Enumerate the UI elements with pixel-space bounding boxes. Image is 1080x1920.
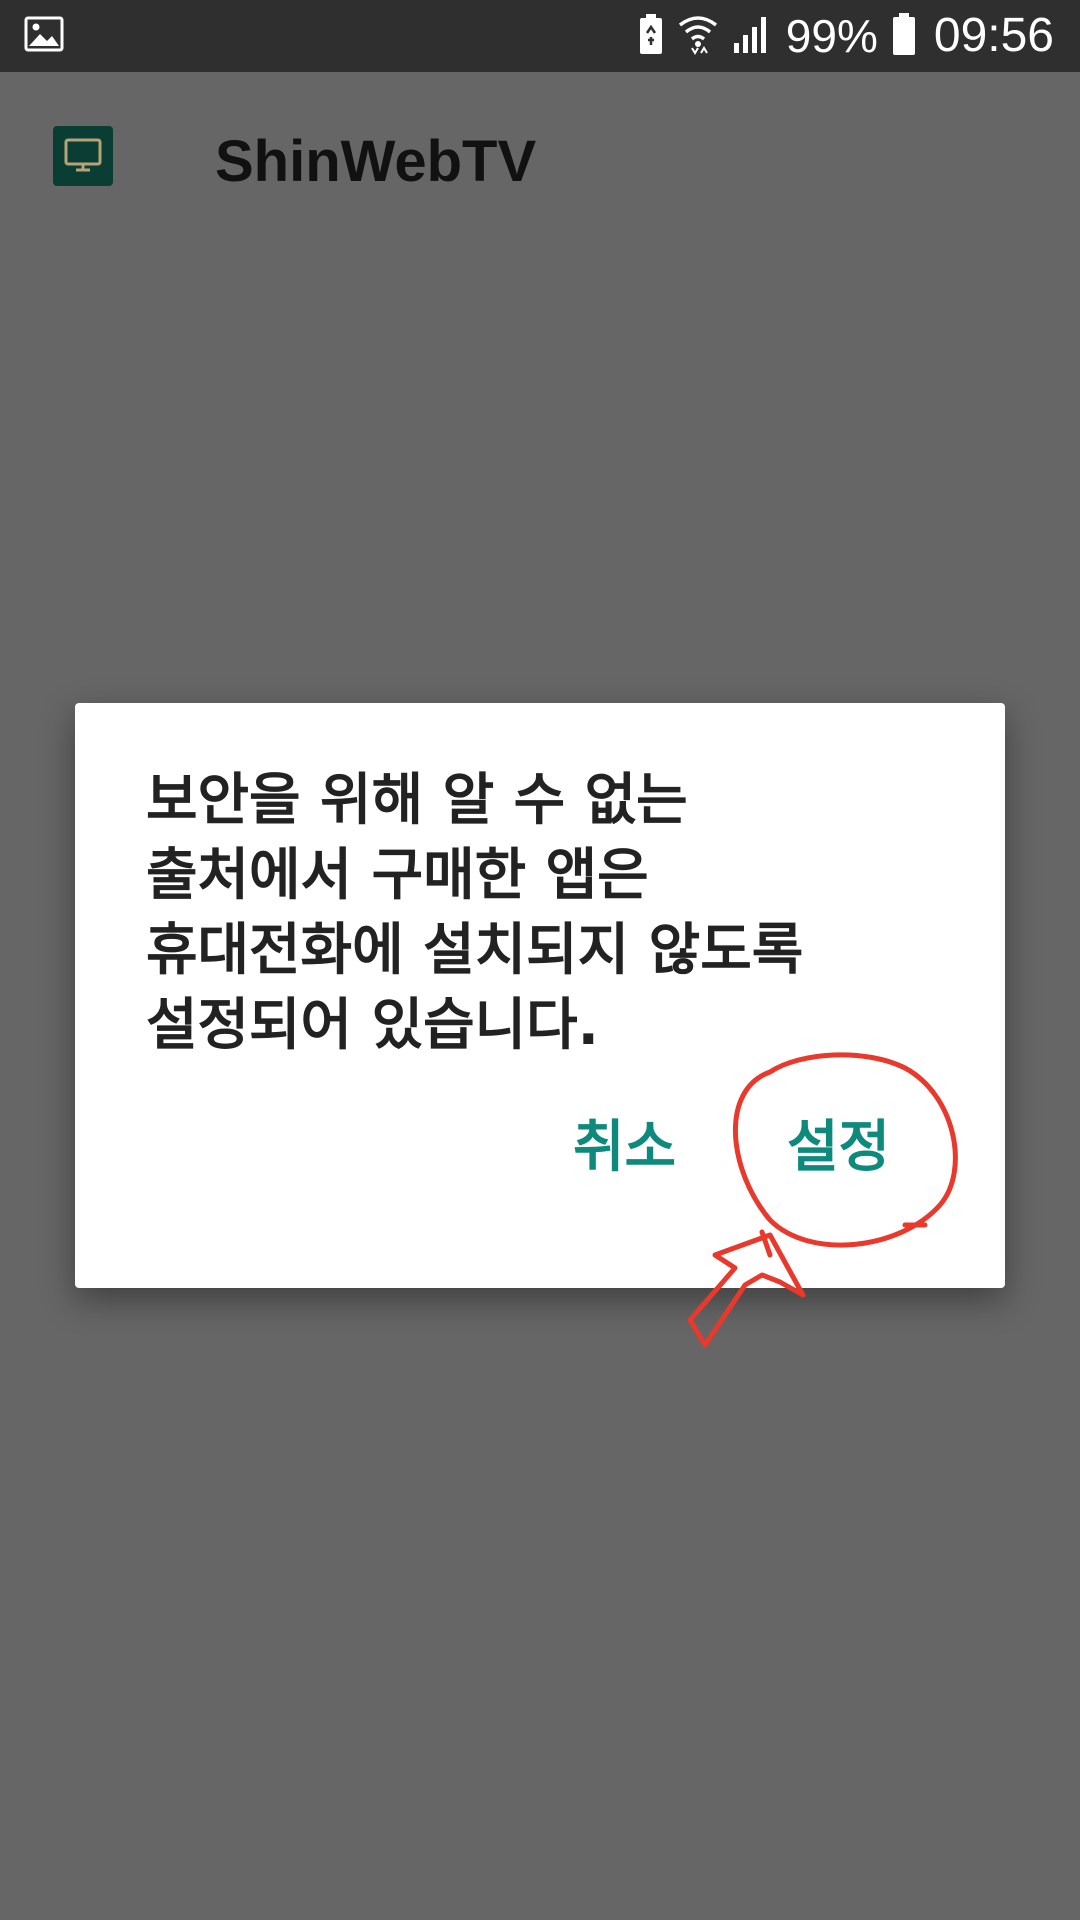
app-title: ShinWebTV (215, 129, 537, 194)
tv-monitor-icon (52, 125, 114, 187)
status-icons: 99% 09:56 (638, 0, 1054, 72)
clock: 09:56 (933, 9, 1054, 62)
app-bar: ShinWebTV (0, 72, 1080, 240)
wifi-icon (678, 13, 718, 59)
settings-button[interactable]: 설정 (787, 1103, 890, 1193)
security-alert-dialog: 보안을 위해 알 수 없는 출처에서 구매한 앱은 휴대전화에 설치되지 않도록… (75, 703, 1005, 1288)
cancel-button[interactable]: 취소 (573, 1103, 676, 1193)
signal-icon (732, 13, 772, 59)
battery-icon (892, 12, 916, 60)
status-bar: 99% 09:56 (0, 0, 1080, 72)
battery-saver-icon (638, 13, 664, 59)
dialog-message: 보안을 위해 알 수 없는 출처에서 구매한 앱은 휴대전화에 설치되지 않도록… (146, 768, 804, 1058)
battery-percent: 99% (785, 10, 878, 62)
gallery-image-icon (24, 14, 64, 54)
